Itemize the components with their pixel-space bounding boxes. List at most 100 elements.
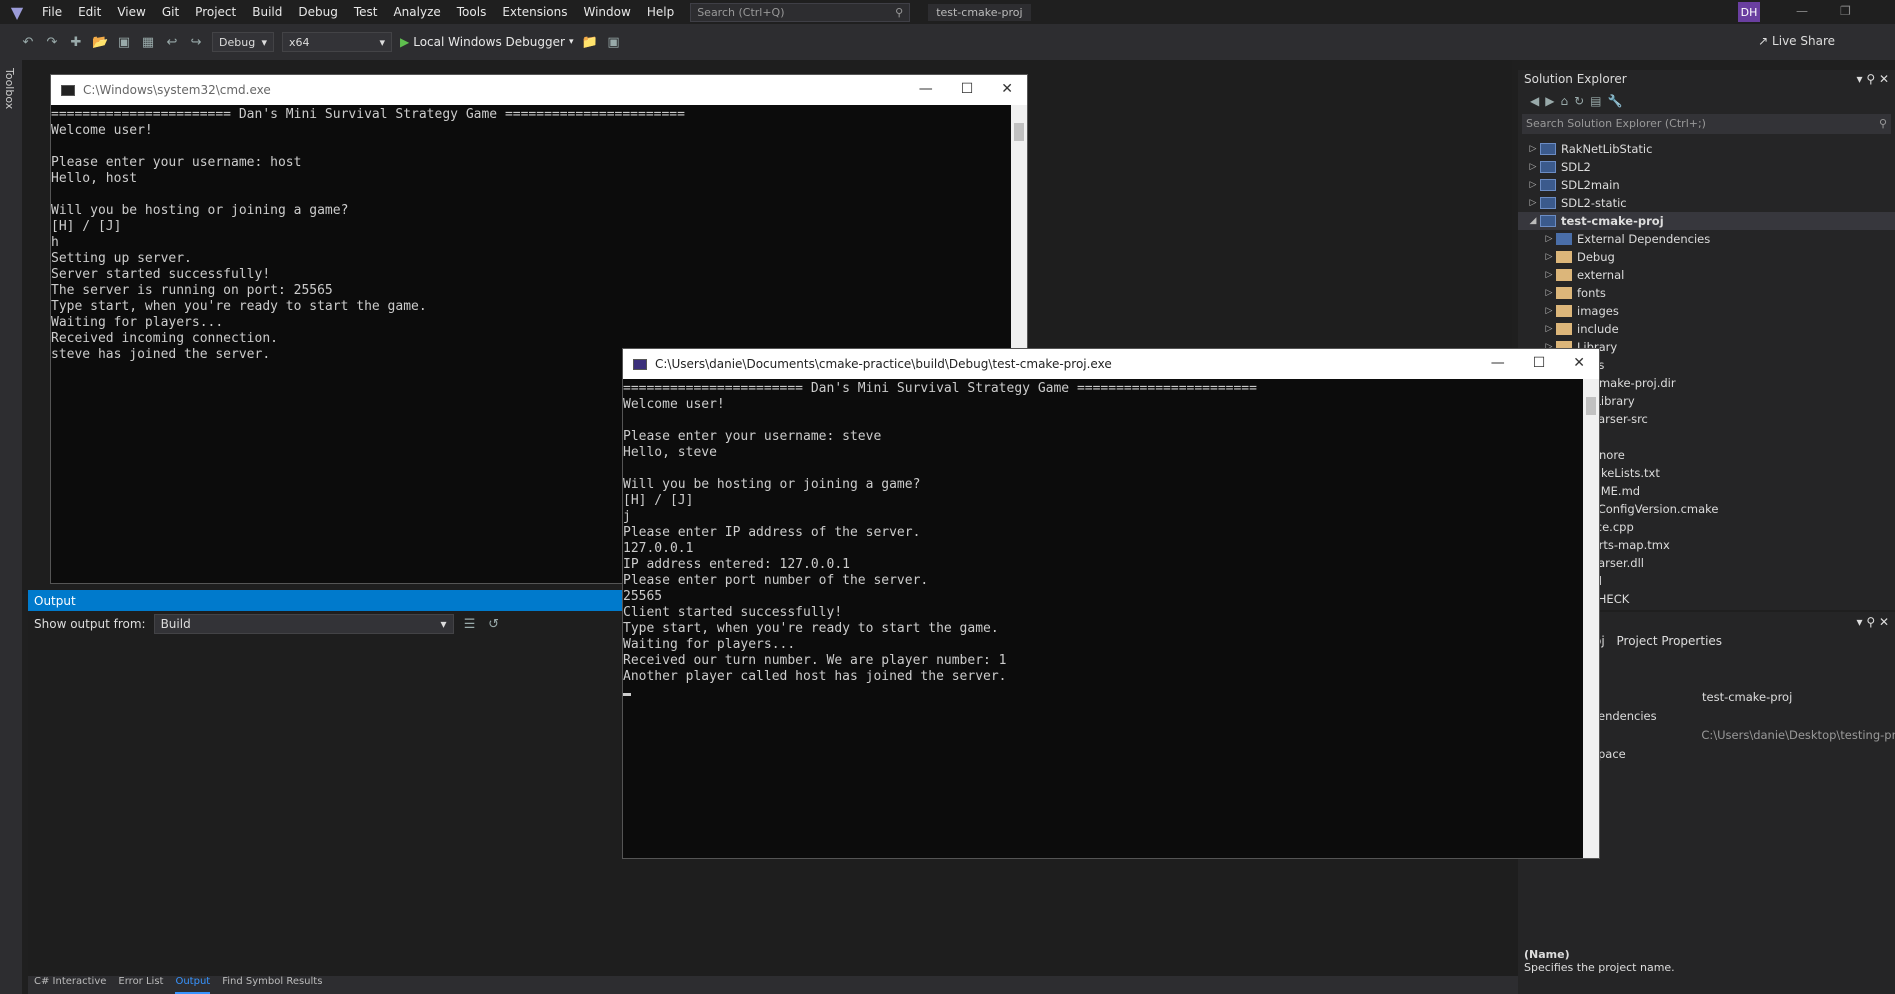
menu-edit[interactable]: Edit bbox=[70, 5, 109, 19]
solution-search-input[interactable]: Search Solution Explorer (Ctrl+;) ⚲ bbox=[1522, 114, 1891, 134]
forward-icon[interactable]: ↷ bbox=[44, 35, 60, 50]
menu-help[interactable]: Help bbox=[639, 5, 682, 19]
tree-item[interactable]: ▷ SDL2 bbox=[1518, 158, 1895, 176]
start-debugging-button[interactable]: ▶ Local Windows Debugger ▾ bbox=[400, 35, 573, 49]
scrollbar-thumb[interactable] bbox=[1014, 123, 1024, 141]
folder-icon bbox=[1556, 251, 1572, 263]
collapsed-arrow-icon[interactable]: ▷ bbox=[1542, 252, 1556, 262]
collapsed-arrow-icon[interactable]: ▷ bbox=[1526, 198, 1540, 208]
tree-item[interactable]: ▷ include bbox=[1518, 320, 1895, 338]
menu-extensions[interactable]: Extensions bbox=[494, 5, 575, 19]
menu-git[interactable]: Git bbox=[154, 5, 187, 19]
menu-file[interactable]: File bbox=[34, 5, 70, 19]
property-value bbox=[1696, 709, 1702, 728]
collapsed-arrow-icon[interactable]: ▷ bbox=[1542, 234, 1556, 244]
toolbox-tab[interactable]: Toolbox bbox=[3, 68, 16, 109]
scrollbar-thumb[interactable] bbox=[1586, 397, 1596, 415]
tree-item-label: SDL2 bbox=[1561, 160, 1591, 174]
close-icon[interactable]: ✕ bbox=[1573, 355, 1585, 371]
collapsed-arrow-icon[interactable]: ▷ bbox=[1542, 288, 1556, 298]
output-source-dropdown[interactable]: Build ▾ bbox=[153, 614, 454, 634]
close-icon[interactable]: ✕ bbox=[1001, 81, 1013, 97]
maximize-icon[interactable]: ☐ bbox=[961, 81, 974, 97]
back-icon[interactable]: ◀ bbox=[1530, 94, 1539, 108]
live-share-button[interactable]: ↗ Live Share bbox=[1758, 34, 1835, 48]
maximize-icon[interactable]: ☐ bbox=[1533, 355, 1546, 371]
menu-test[interactable]: Test bbox=[346, 5, 386, 19]
console-title-bar[interactable]: C:\Users\danie\Documents\cmake-practice\… bbox=[623, 349, 1599, 379]
tab-find-symbol-results[interactable]: Find Symbol Results bbox=[222, 976, 322, 994]
minimize-icon[interactable]: — bbox=[1491, 355, 1505, 371]
back-icon[interactable]: ↶ bbox=[20, 35, 36, 50]
tab-error-list[interactable]: Error List bbox=[118, 976, 163, 994]
properties-icon[interactable]: 🔧 bbox=[1608, 94, 1623, 108]
solution-explorer-toolbar: ◀ ▶ ⌂ ↻ ▤ 🔧 bbox=[1518, 88, 1895, 114]
collapsed-arrow-icon[interactable]: ▷ bbox=[1542, 324, 1556, 334]
platform-dropdown[interactable]: x64 ▾ bbox=[282, 32, 392, 52]
tree-item[interactable]: ▷ SDL2-static bbox=[1518, 194, 1895, 212]
pin-icon[interactable]: ▾ ⚲ ✕ bbox=[1857, 72, 1890, 86]
tree-item-label: external bbox=[1577, 268, 1625, 282]
home-icon[interactable]: ⌂ bbox=[1560, 94, 1568, 108]
project-icon bbox=[1540, 143, 1556, 155]
redo-icon[interactable]: ↪ bbox=[188, 35, 204, 50]
tree-item[interactable]: ▷ RakNetLibStatic bbox=[1518, 140, 1895, 158]
clear-output-icon[interactable]: ☰ bbox=[462, 617, 478, 632]
bottom-tabs: C# Interactive Error List Output Find Symbo… bbox=[28, 976, 1518, 994]
tree-item-label: External Dependencies bbox=[1577, 232, 1711, 246]
menu-window[interactable]: Window bbox=[576, 5, 639, 19]
word-wrap-icon[interactable]: ↺ bbox=[486, 617, 502, 632]
save-all-icon[interactable]: ▦ bbox=[140, 35, 156, 50]
tab-output[interactable]: Output bbox=[175, 976, 211, 994]
solution-search-placeholder: Search Solution Explorer (Ctrl+;) bbox=[1526, 117, 1706, 130]
collapse-all-icon[interactable]: ▤ bbox=[1590, 94, 1601, 108]
open-folder-icon[interactable]: 📂 bbox=[92, 35, 108, 50]
play-icon: ▶ bbox=[400, 35, 410, 49]
search-box[interactable]: Search (Ctrl+Q) ⚲ bbox=[690, 2, 911, 22]
console-title-bar[interactable]: C:\Windows\system32\cmd.exe — ☐ ✕ bbox=[51, 75, 1027, 105]
tab-c-interactive[interactable]: C# Interactive bbox=[34, 976, 106, 994]
tree-item[interactable]: ▷ SDL2main bbox=[1518, 176, 1895, 194]
menu-view[interactable]: View bbox=[109, 5, 153, 19]
collapsed-arrow-icon[interactable]: ▷ bbox=[1526, 144, 1540, 154]
configuration-dropdown[interactable]: Debug ▾ bbox=[212, 32, 274, 52]
share-icon: ↗ bbox=[1758, 34, 1769, 48]
solution-name: test-cmake-proj bbox=[928, 3, 1031, 21]
browse-folder-icon[interactable]: 📁 bbox=[581, 35, 597, 50]
collapsed-arrow-icon[interactable]: ▷ bbox=[1542, 270, 1556, 280]
menu-project[interactable]: Project bbox=[187, 5, 244, 19]
screenshot-icon[interactable]: ▣ bbox=[605, 35, 621, 50]
menu-build[interactable]: Build bbox=[244, 5, 290, 19]
restore-icon[interactable]: ❐ bbox=[1840, 4, 1851, 18]
pin-icon[interactable]: ▾ ⚲ ✕ bbox=[1857, 615, 1890, 629]
collapsed-arrow-icon[interactable]: ▷ bbox=[1542, 306, 1556, 316]
minimize-icon[interactable]: — bbox=[919, 81, 933, 97]
collapsed-arrow-icon[interactable]: ▷ bbox=[1526, 180, 1540, 190]
menu-tools[interactable]: Tools bbox=[449, 5, 495, 19]
client-console-window[interactable]: C:\Users\danie\Documents\cmake-practice\… bbox=[622, 348, 1600, 859]
tree-item[interactable]: ▷ external bbox=[1518, 266, 1895, 284]
console-output: ======================= Dan's Mini Survi… bbox=[623, 379, 1599, 701]
menu-debug[interactable]: Debug bbox=[290, 5, 345, 19]
console-scrollbar[interactable] bbox=[1583, 379, 1599, 858]
expanded-arrow-icon[interactable]: ◢ bbox=[1526, 216, 1540, 226]
chevron-down-icon: ▾ bbox=[568, 37, 574, 47]
tree-item[interactable]: ▷ Debug bbox=[1518, 248, 1895, 266]
tree-item-label: fonts bbox=[1577, 286, 1606, 300]
collapsed-arrow-icon[interactable]: ▷ bbox=[1526, 162, 1540, 172]
undo-icon[interactable]: ↩ bbox=[164, 35, 180, 50]
avatar[interactable]: DH bbox=[1738, 2, 1760, 22]
tree-item[interactable]: ▷ External Dependencies bbox=[1518, 230, 1895, 248]
tree-item[interactable]: ▷ images bbox=[1518, 302, 1895, 320]
tree-item[interactable]: ◢ test-cmake-proj bbox=[1518, 212, 1895, 230]
output-source-value: Build bbox=[160, 617, 191, 631]
menu-analyze[interactable]: Analyze bbox=[385, 5, 448, 19]
tree-item-label: images bbox=[1577, 304, 1619, 318]
forward-icon[interactable]: ▶ bbox=[1545, 94, 1554, 108]
new-project-icon[interactable]: ✚ bbox=[68, 35, 84, 50]
minimize-icon[interactable]: — bbox=[1796, 4, 1808, 18]
save-icon[interactable]: ▣ bbox=[116, 35, 132, 50]
tree-item[interactable]: ▷ fonts bbox=[1518, 284, 1895, 302]
visual-studio-logo-icon: ▼ bbox=[10, 2, 24, 22]
refresh-icon[interactable]: ↻ bbox=[1574, 94, 1584, 108]
